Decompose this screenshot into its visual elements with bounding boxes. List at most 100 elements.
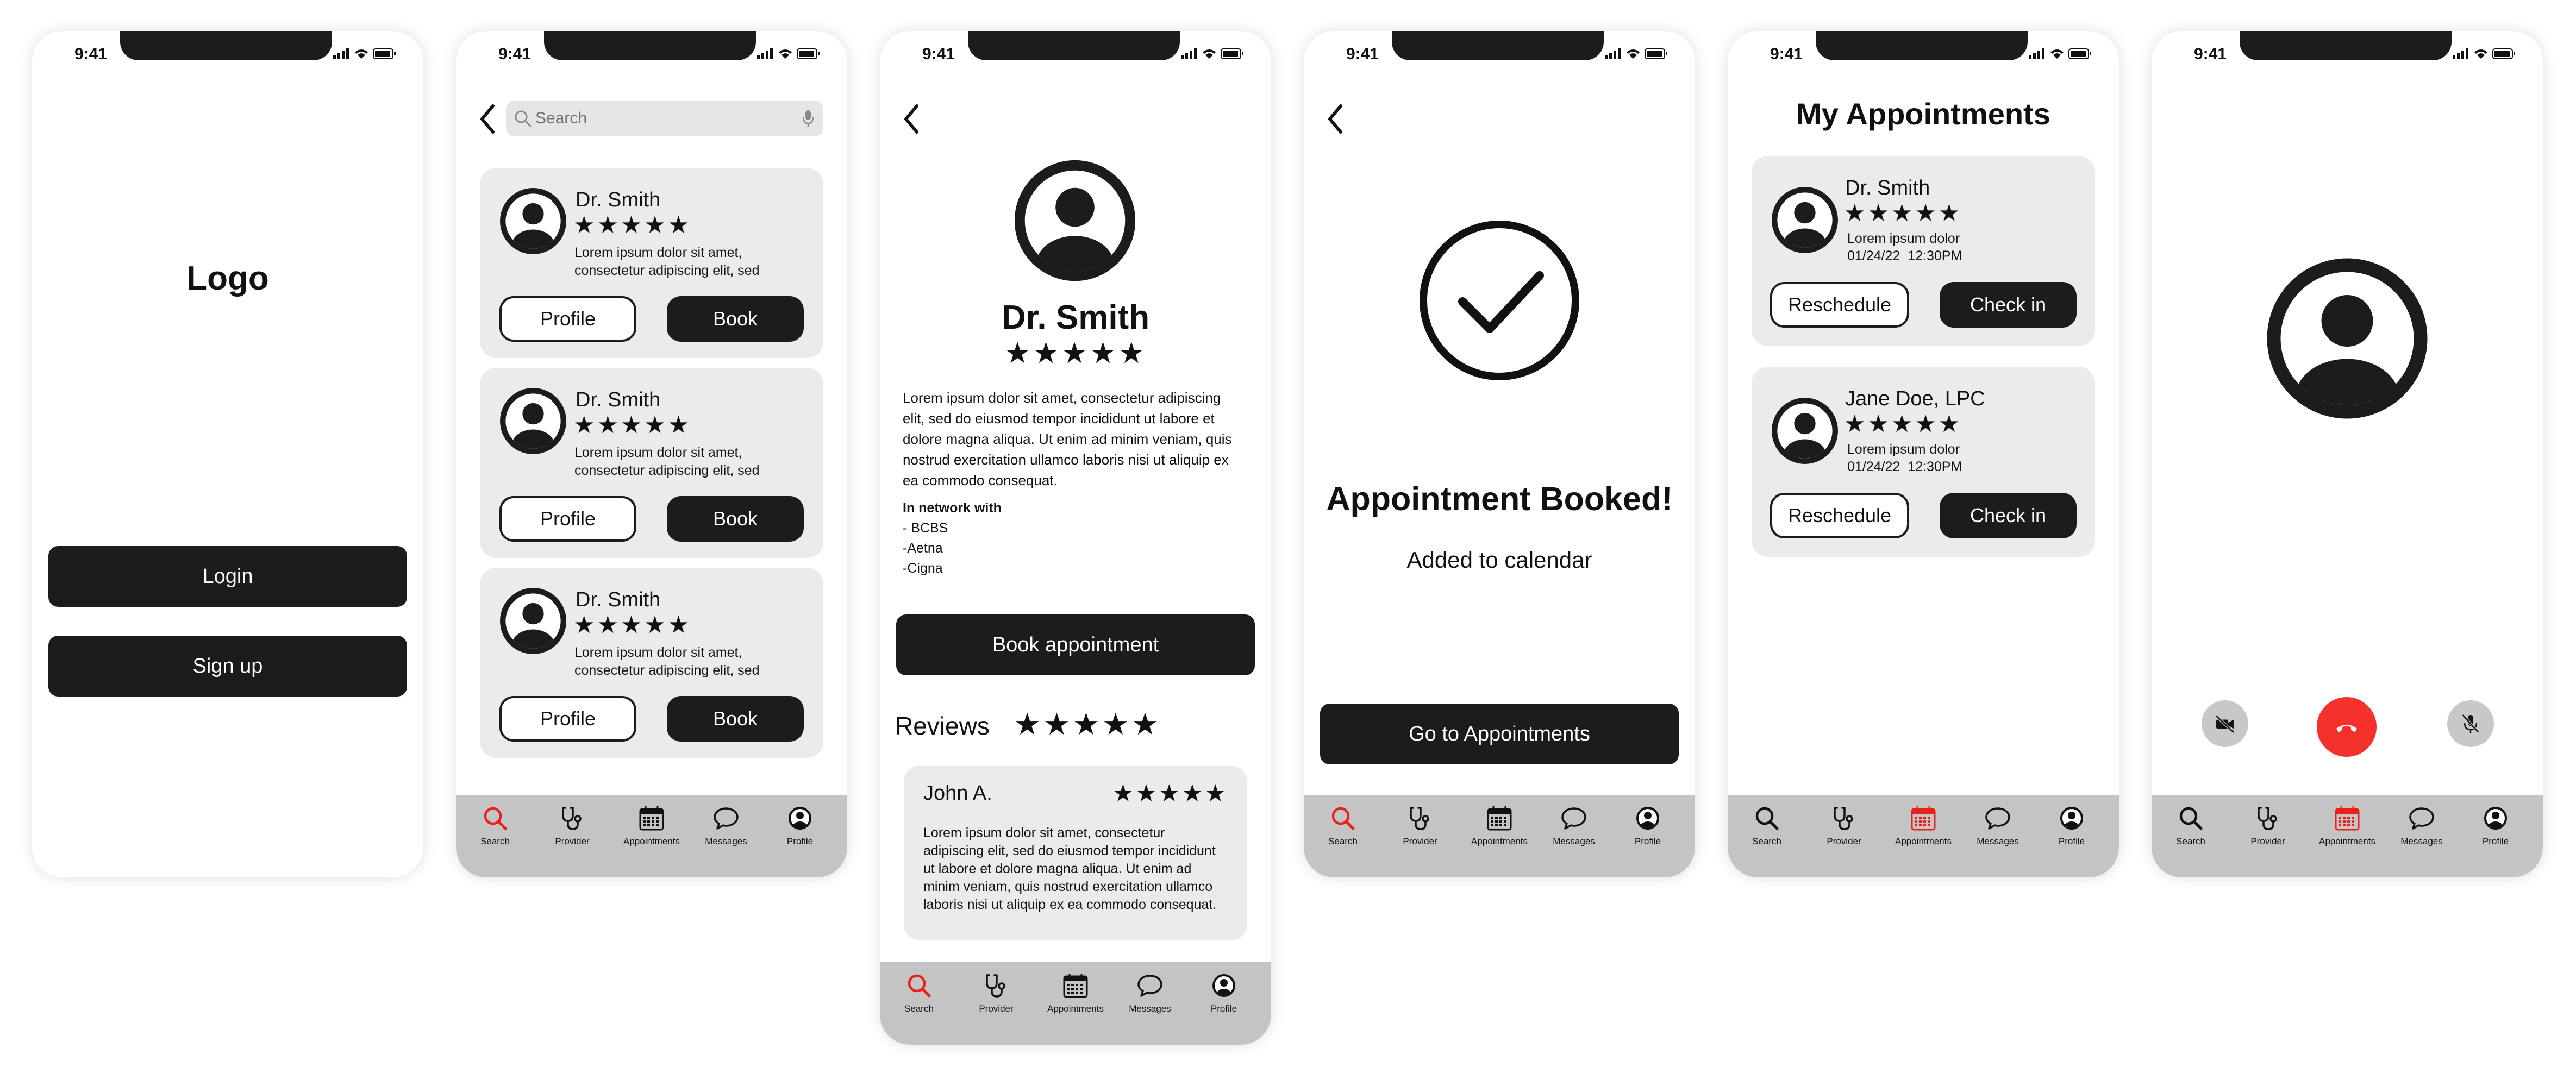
profile-button[interactable]: Profile [499,696,636,742]
network-item: -Aetna [903,541,943,556]
chat-bubble-icon [2409,807,2434,830]
search-icon [484,807,507,830]
calendar-icon [1911,806,1936,831]
tab-label: Provider [1827,836,1861,846]
tab-appointments[interactable]: Appointments [1461,805,1537,847]
provider-blurb: Lorem ipsum dolor sit amet, [574,645,742,660]
microphone-off-icon [2461,714,2480,733]
check-in-button[interactable]: Check in [1940,493,2077,538]
toggle-microphone-button[interactable] [2447,700,2494,747]
profile-icon [1636,807,1659,830]
tab-appointments[interactable]: Appointments [2309,805,2385,847]
search-bar[interactable] [506,101,823,136]
bio-line: nostrud exercitation ullamco laboris nis… [903,451,1229,468]
tab-label: Provider [979,1003,1014,1014]
search-input[interactable] [534,106,792,131]
calendar-icon [1063,974,1088,998]
rating-stars: ★★★★★ [1004,337,1147,369]
signup-button[interactable]: Sign up [48,636,407,697]
search-icon [2179,807,2203,830]
status-time: 9:41 [1770,45,1803,63]
tab-label: Messages [1553,836,1595,846]
profile-button[interactable]: Profile [499,496,636,542]
tab-bar: Search Provider Appointments Messages Pr… [880,962,1271,1045]
provider-name: Dr. Smith [576,388,661,411]
book-appointment-button[interactable]: Book appointment [896,614,1255,675]
tab-search[interactable]: Search [457,805,533,847]
tab-label: Provider [1403,836,1437,846]
status-icons [2453,48,2515,59]
toggle-camera-button[interactable] [2202,700,2248,747]
review-line: ut labore et dolore magna aliqua. Ut eni… [923,861,1192,876]
appointment-datetime: 01/24/22 12:30PM [1847,459,1962,474]
camera-off-icon [2215,714,2235,733]
microphone-icon[interactable] [802,109,815,128]
tab-provider[interactable]: Provider [1382,805,1458,847]
app-logo: Logo [186,260,269,297]
tab-search[interactable]: Search [2153,805,2229,847]
tab-profile[interactable]: Profile [1186,972,1262,1014]
profile-button[interactable]: Profile [499,296,636,342]
chat-bubble-icon [714,807,739,830]
search-icon [515,110,532,127]
tab-profile[interactable]: Profile [2034,805,2110,847]
tab-messages[interactable]: Messages [1960,805,2036,847]
book-button[interactable]: Book [667,696,804,742]
tab-label: Profile [786,836,814,846]
tab-profile[interactable]: Profile [2458,805,2534,847]
review-line: laboris nisi ut aliquip ex ea commodo co… [923,897,1217,912]
tab-messages[interactable]: Messages [1112,972,1188,1014]
phone-appointment-booked: 9:41 Appointment Booked! Added to calend… [1304,31,1695,877]
tab-search[interactable]: Search [1305,805,1381,847]
tab-label: Search [1328,836,1358,846]
provider-card: Dr. Smith ★★★★★ Lorem ipsum dolor sit am… [480,168,823,358]
phone-my-appointments: 9:41 My Appointments Dr. Smith ★★★★★ Lor… [1728,31,2119,877]
tab-appointments[interactable]: Appointments [1037,972,1114,1014]
end-call-button[interactable] [2317,697,2377,757]
login-button[interactable]: Login [48,546,407,607]
chat-bubble-icon [1561,807,1586,830]
review-text: Lorem ipsum dolor sit amet, consectetur … [923,824,1216,914]
back-chevron-icon[interactable] [1325,103,1345,135]
tab-bar: Search Provider Appointments Messages Pr… [1304,795,1695,877]
appointment-datetime: 01/24/22 12:30PM [1847,248,1962,264]
tab-label: Profile [2482,836,2509,846]
book-button[interactable]: Book [667,296,804,342]
reschedule-button[interactable]: Reschedule [1770,493,1909,538]
notch [544,31,756,60]
tab-provider[interactable]: Provider [534,805,610,847]
phone-search: 9:41 Dr. Smith ★★★★★ Lorem ipsum dolor s… [456,31,847,877]
book-button[interactable]: Book [667,496,804,542]
tab-messages[interactable]: Messages [1536,805,1612,847]
tab-provider[interactable]: Provider [2230,805,2306,847]
status-time: 9:41 [1346,45,1379,63]
tab-search[interactable]: Search [1729,805,1805,847]
appointment-note: Lorem ipsum dolor [1847,231,1960,246]
appointment-card: Jane Doe, LPC ★★★★★ Lorem ipsum dolor 01… [1752,367,2095,557]
tab-appointments[interactable]: Appointments [614,805,690,847]
provider-card: Dr. Smith ★★★★★ Lorem ipsum dolor sit am… [480,368,823,558]
stethoscope-icon [986,974,1005,998]
tab-profile[interactable]: Profile [762,805,838,847]
review-author: John A. [923,782,992,805]
tab-provider[interactable]: Provider [1806,805,1882,847]
tab-messages[interactable]: Messages [688,805,764,847]
tab-messages[interactable]: Messages [2384,805,2460,847]
check-in-button[interactable]: Check in [1940,282,2077,328]
calendar-icon [2335,806,2360,831]
bio-line: dolore magna aliqua. Ut enim ad minim ve… [903,431,1232,447]
tab-label: Messages [1129,1003,1171,1014]
tab-provider[interactable]: Provider [958,972,1034,1014]
back-chevron-icon[interactable] [478,103,497,135]
reviews-heading: Reviews [895,712,990,740]
back-chevron-icon[interactable] [902,103,921,135]
reschedule-button[interactable]: Reschedule [1770,282,1909,328]
tab-search[interactable]: Search [881,972,957,1014]
rating-stars: ★★★★★ [573,412,692,438]
review-line: minim veniam, quis nostrud exercitation … [923,879,1213,894]
avatar-icon [500,588,566,654]
go-to-appointments-button[interactable]: Go to Appointments [1320,704,1679,764]
review-card: John A. ★★★★★ Lorem ipsum dolor sit amet… [904,766,1247,940]
tab-profile[interactable]: Profile [1610,805,1686,847]
tab-appointments[interactable]: Appointments [1885,805,1961,847]
